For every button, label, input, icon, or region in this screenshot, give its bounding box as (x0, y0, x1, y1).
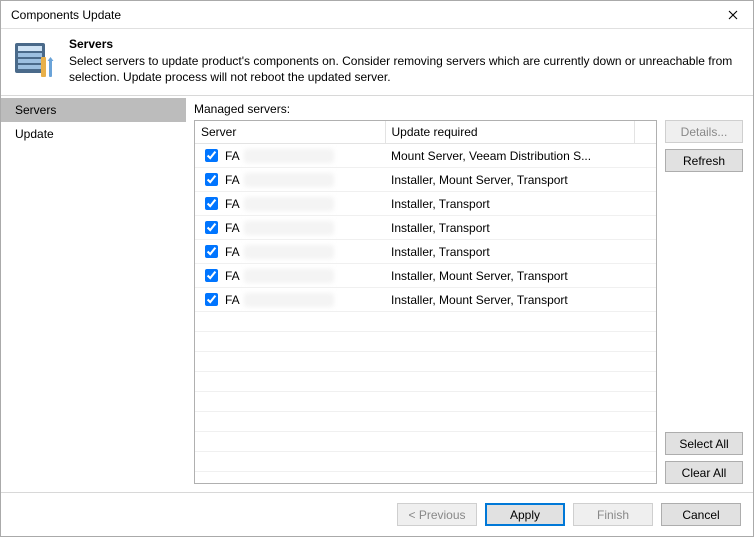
wizard-steps: Servers Update (1, 96, 186, 492)
column-header-server[interactable]: Server (195, 121, 385, 144)
table-row[interactable]: FA Mount Server, Veeam Distribution S... (195, 144, 656, 168)
content-panel: Managed servers: Server Update required (186, 96, 753, 492)
row-checkbox[interactable] (205, 149, 218, 162)
grid-label: Managed servers: (194, 102, 657, 116)
step-servers[interactable]: Servers (1, 98, 186, 122)
server-name-redacted (244, 173, 334, 187)
server-name-redacted (244, 221, 334, 235)
titlebar: Components Update (1, 1, 753, 29)
header-subtitle: Select servers to update product's compo… (69, 53, 741, 85)
table-row-empty (195, 412, 656, 432)
server-name-prefix: FA (225, 197, 240, 211)
table-row-empty (195, 392, 656, 412)
server-name-redacted (244, 149, 334, 163)
server-name-redacted (244, 245, 334, 259)
server-cell: FA (195, 168, 385, 192)
row-checkbox[interactable] (205, 173, 218, 186)
table-row-empty (195, 452, 656, 472)
server-cell: FA (195, 288, 385, 312)
update-required-cell: Mount Server, Veeam Distribution S... (385, 144, 634, 168)
table-row-empty (195, 352, 656, 372)
server-name-prefix: FA (225, 245, 240, 259)
table-row[interactable]: FA Installer, Mount Server, Transport (195, 288, 656, 312)
row-spacer (634, 288, 656, 312)
server-cell: FA (195, 216, 385, 240)
header-text: Servers Select servers to update product… (69, 37, 741, 85)
servers-grid: Server Update required FA Mount Server, V… (194, 120, 657, 484)
server-name-prefix: FA (225, 293, 240, 307)
side-buttons: Details... Refresh Select All Clear All (665, 100, 743, 484)
close-button[interactable] (713, 1, 753, 29)
row-checkbox[interactable] (205, 197, 218, 210)
table-row[interactable]: FA Installer, Mount Server, Transport (195, 264, 656, 288)
table-row-empty (195, 332, 656, 352)
row-spacer (634, 216, 656, 240)
select-all-button[interactable]: Select All (665, 432, 743, 455)
server-cell: FA (195, 264, 385, 288)
server-name-redacted (244, 197, 334, 211)
finish-button[interactable]: Finish (573, 503, 653, 526)
table-row-empty (195, 472, 656, 484)
update-required-cell: Installer, Transport (385, 240, 634, 264)
refresh-button[interactable]: Refresh (665, 149, 743, 172)
details-button[interactable]: Details... (665, 120, 743, 143)
wizard-body: Servers Update Managed servers: Server (1, 96, 753, 492)
header-title: Servers (69, 37, 741, 51)
clear-all-button[interactable]: Clear All (665, 461, 743, 484)
server-name-prefix: FA (225, 221, 240, 235)
step-update[interactable]: Update (1, 122, 186, 146)
wizard-footer: < Previous Apply Finish Cancel (1, 492, 753, 536)
update-required-cell: Installer, Mount Server, Transport (385, 168, 634, 192)
header-icon (13, 37, 57, 81)
server-cell: FA (195, 144, 385, 168)
table-row[interactable]: FA Installer, Transport (195, 216, 656, 240)
update-required-cell: Installer, Transport (385, 192, 634, 216)
window-title: Components Update (11, 8, 121, 22)
previous-button[interactable]: < Previous (397, 503, 477, 526)
row-checkbox[interactable] (205, 221, 218, 234)
server-cell: FA (195, 240, 385, 264)
table-row[interactable]: FA Installer, Mount Server, Transport (195, 168, 656, 192)
server-name-prefix: FA (225, 149, 240, 163)
row-spacer (634, 264, 656, 288)
server-cell: FA (195, 192, 385, 216)
row-spacer (634, 192, 656, 216)
row-spacer (634, 168, 656, 192)
row-spacer (634, 144, 656, 168)
server-name-redacted (244, 293, 334, 307)
column-header-update[interactable]: Update required (385, 121, 634, 144)
server-name-prefix: FA (225, 173, 240, 187)
close-icon (728, 10, 738, 20)
step-label: Update (15, 127, 54, 141)
table-row-empty (195, 372, 656, 392)
table-row[interactable]: FA Installer, Transport (195, 192, 656, 216)
apply-button[interactable]: Apply (485, 503, 565, 526)
update-required-cell: Installer, Mount Server, Transport (385, 264, 634, 288)
cancel-button[interactable]: Cancel (661, 503, 741, 526)
table-row-empty (195, 432, 656, 452)
wizard-header: Servers Select servers to update product… (1, 29, 753, 96)
server-name-prefix: FA (225, 269, 240, 283)
column-header-spacer (634, 121, 656, 144)
step-label: Servers (15, 103, 56, 117)
server-name-redacted (244, 269, 334, 283)
table-row[interactable]: FA Installer, Transport (195, 240, 656, 264)
row-spacer (634, 240, 656, 264)
row-checkbox[interactable] (205, 293, 218, 306)
update-required-cell: Installer, Mount Server, Transport (385, 288, 634, 312)
row-checkbox[interactable] (205, 245, 218, 258)
table-row-empty (195, 312, 656, 332)
update-required-cell: Installer, Transport (385, 216, 634, 240)
row-checkbox[interactable] (205, 269, 218, 282)
